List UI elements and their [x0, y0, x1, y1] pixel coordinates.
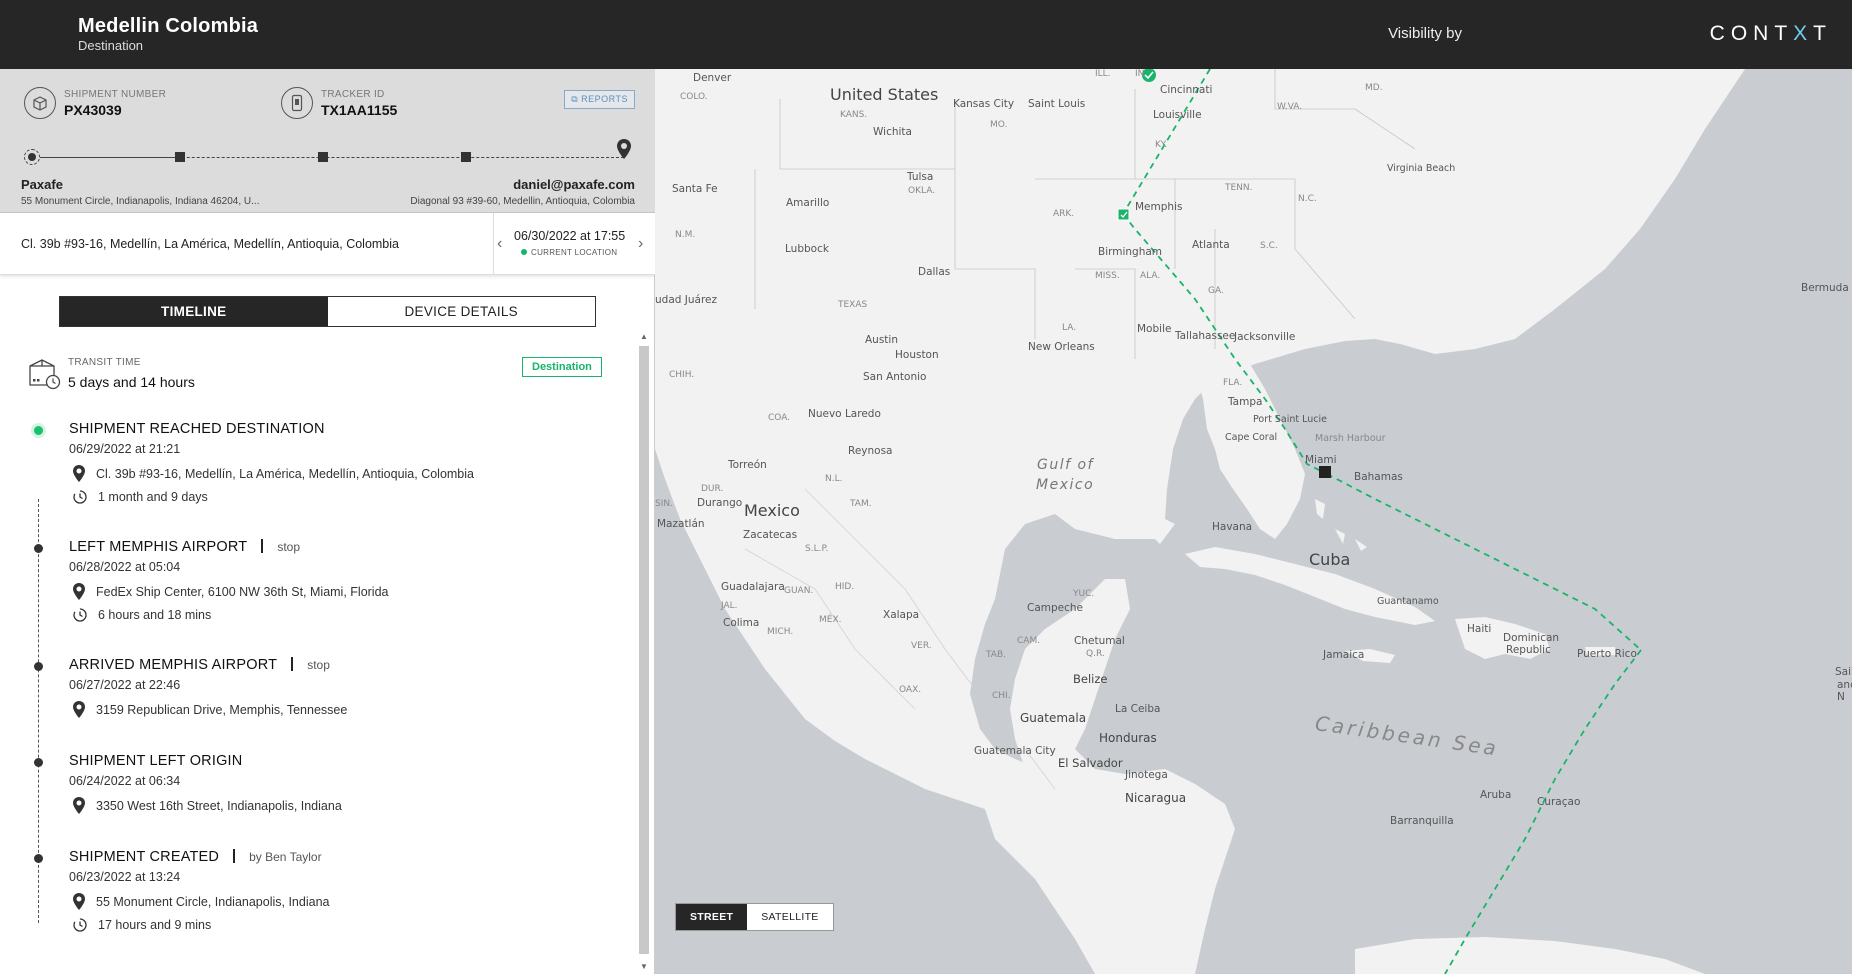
street-view-button[interactable]: STREET — [676, 904, 748, 930]
event-address: 55 Monument Circle, Indianapolis, Indian… — [72, 892, 329, 911]
transit-box-icon — [29, 359, 61, 390]
route-stop-marker — [318, 152, 328, 162]
timeline-scrollbar[interactable]: ▲ ▼ — [638, 332, 650, 974]
map-type-toggle: STREET SATELLITE — [675, 903, 834, 931]
route-stop-marker — [461, 152, 471, 162]
event-duration: 17 hours and 9 mins — [72, 917, 211, 933]
tracker-id-label: TRACKER ID — [321, 88, 385, 100]
shipment-panel: SHIPMENT NUMBER PX43039 TRACKER ID TX1AA… — [0, 69, 655, 974]
origin-name: Paxafe — [21, 177, 63, 192]
top-bar: Medellin Colombia Destination Visibility… — [0, 0, 1852, 69]
current-location-bar: Cl. 39b #93-16, Medellín, La América, Me… — [0, 213, 655, 275]
event-title: SHIPMENT CREATED by Ben Taylor — [69, 849, 322, 865]
transit-time-value: 5 days and 14 hours — [68, 374, 195, 390]
shipment-summary: SHIPMENT NUMBER PX43039 TRACKER ID TX1AA… — [0, 69, 655, 213]
current-location-address: Cl. 39b #93-16, Medellín, La América, Me… — [21, 237, 399, 251]
event-time: 06/28/2022 at 05:04 — [69, 560, 181, 574]
event-duration: 1 month and 9 days — [72, 489, 208, 505]
event-title: LEFT MEMPHIS AIRPORT stop — [69, 539, 300, 555]
tracker-id: TX1AA1155 — [321, 101, 398, 118]
shipment-number: PX43039 — [64, 101, 122, 118]
event-title: SHIPMENT REACHED DESTINATION — [69, 421, 325, 437]
tab-timeline[interactable]: TIMELINE — [60, 297, 328, 326]
event-dot-icon — [34, 662, 43, 671]
pin-icon — [73, 893, 85, 910]
route-progress — [24, 139, 631, 165]
visibility-label: Visibility by — [1388, 25, 1462, 42]
event-duration: 6 hours and 18 mins — [72, 607, 211, 623]
route-stop-marker — [1117, 208, 1130, 221]
event-time: 06/27/2022 at 22:46 — [69, 678, 181, 692]
page-title: Medellin Colombia — [78, 15, 259, 37]
map-canvas[interactable] — [655, 69, 1852, 974]
pin-icon — [73, 797, 85, 814]
event-title: SHIPMENT LEFT ORIGIN — [69, 753, 243, 769]
event-time: 06/24/2022 at 06:34 — [69, 774, 181, 788]
tracker-id-block: TRACKER ID TX1AA1155 — [281, 87, 397, 119]
event-current-dot-icon — [31, 423, 46, 438]
event-address: Cl. 39b #93-16, Medellín, La América, Me… — [72, 464, 474, 483]
tab-device-details[interactable]: DEVICE DETAILS — [327, 297, 595, 326]
event-dot-icon — [34, 854, 43, 863]
pin-icon — [73, 465, 85, 482]
page-subtitle: Destination — [78, 38, 144, 53]
brand-logo: CONTXT — [1709, 22, 1832, 45]
event-address: 3159 Republican Drive, Memphis, Tennesse… — [72, 700, 347, 719]
map-view[interactable]: United States Denver COLO. Kansas City S… — [655, 69, 1852, 974]
duration-icon — [73, 918, 87, 932]
destination-name: daniel@paxafe.com — [513, 177, 635, 192]
duration-icon — [73, 490, 87, 504]
event-address: FedEx Ship Center, 6100 NW 36th St, Miam… — [72, 582, 389, 601]
shipment-number-label: SHIPMENT NUMBER — [64, 88, 167, 100]
event-dot-icon — [34, 758, 43, 767]
transit-time-label: TRANSIT TIME — [68, 357, 141, 368]
event-address: 3350 West 16th Street, Indianapolis, Ind… — [72, 796, 342, 815]
status-badge: Destination — [522, 357, 602, 377]
route-stop-marker — [175, 152, 185, 162]
status-dot-icon — [521, 249, 527, 255]
destination-address: Diagonal 93 #39-60, Medellin, Antioquia,… — [410, 196, 635, 207]
satellite-view-button[interactable]: SATELLITE — [747, 904, 832, 930]
tracker-icon — [281, 87, 313, 119]
package-icon — [24, 87, 56, 119]
reports-button[interactable]: ⧉ REPORTS — [564, 90, 635, 109]
panel-tabs: TIMELINE DEVICE DETAILS — [59, 296, 596, 327]
chevron-left-icon[interactable]: ‹ — [497, 235, 502, 253]
pin-icon — [73, 583, 85, 600]
current-location-label: CURRENT LOCATION — [521, 248, 617, 257]
event-dot-icon — [34, 544, 43, 553]
event-title: ARRIVED MEMPHIS AIRPORT stop — [69, 657, 330, 673]
external-link-icon: ⧉ — [571, 94, 582, 104]
route-stop-marker — [1319, 466, 1331, 478]
origin-address: 55 Monument Circle, Indianapolis, Indian… — [21, 196, 260, 207]
event-time: 06/23/2022 at 13:24 — [69, 870, 181, 884]
chevron-right-icon[interactable]: › — [638, 235, 643, 253]
shipment-number-block: SHIPMENT NUMBER PX43039 — [24, 87, 166, 119]
current-location-datetime: 06/30/2022 at 17:55 — [514, 229, 626, 243]
destination-pin-icon — [616, 138, 632, 165]
pin-icon — [73, 701, 85, 718]
origin-marker — [24, 149, 40, 165]
duration-icon — [73, 608, 87, 622]
event-time: 06/29/2022 at 21:21 — [69, 442, 181, 456]
